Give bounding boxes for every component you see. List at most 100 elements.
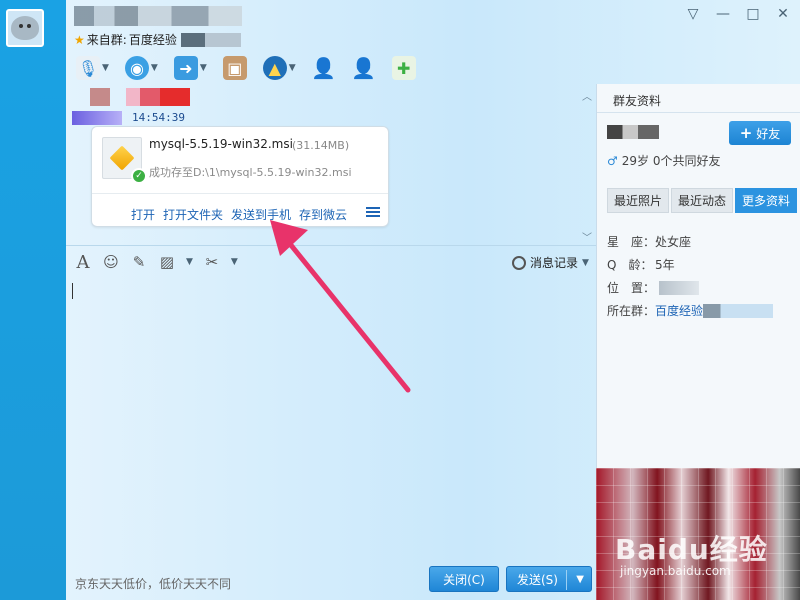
user-add-icon: 👤 <box>351 56 377 80</box>
video-call-button[interactable]: ◉ ▼ <box>124 56 158 80</box>
scissors-icon[interactable]: ✂ <box>203 253 221 271</box>
window-controls: ▽ — □ ✕ <box>684 6 792 22</box>
webcam-icon: ◉ <box>124 56 149 80</box>
msi-file-icon[interactable]: ✓ <box>102 137 147 184</box>
file-size: (31.14MB) <box>292 139 350 152</box>
scroll-down-icon[interactable]: ﹀ <box>582 229 592 244</box>
message-history-label: 消息记录 <box>530 256 579 270</box>
message-history-button[interactable]: 消息记录 ▼ <box>512 254 589 271</box>
left-rail <box>0 0 66 600</box>
tab-more-info[interactable]: 更多资料 <box>735 188 798 213</box>
info-label: 位 置： <box>607 281 656 295</box>
plus-icon: + <box>739 124 753 142</box>
info-row-location: 位 置： <box>607 276 773 299</box>
tab-recent-photos[interactable]: 最近照片 <box>607 188 670 213</box>
microphone-icon: 🎙 <box>76 56 100 80</box>
skin-icon[interactable]: ▽ <box>684 6 702 22</box>
sender-id-blurred <box>72 111 122 125</box>
file-saved-path: 成功存至D:\1\mysql-5.5.19-win32.msi <box>149 166 352 179</box>
info-value: 5年 <box>655 258 675 272</box>
text-input-cursor[interactable] <box>72 283 73 299</box>
folder-transfer-icon: ➜ <box>173 56 198 80</box>
chevron-down-icon[interactable]: ▼ <box>231 257 238 267</box>
edit-icon[interactable]: ✎ <box>130 253 148 271</box>
location-blurred <box>659 280 699 295</box>
open-file-link[interactable]: 打开 <box>131 206 155 223</box>
group-name-blurred <box>703 303 774 318</box>
age-line: ♂ 29岁 0个共同好友 <box>607 152 721 169</box>
open-folder-link[interactable]: 打开文件夹 <box>163 206 223 223</box>
add-member-button[interactable]: 👤 <box>351 56 377 80</box>
avatar-face-icon <box>11 16 39 40</box>
user-remove-icon: 👤 <box>311 56 337 80</box>
close-button[interactable]: 关闭(C) <box>429 566 499 592</box>
info-value: 处女座 <box>655 235 692 249</box>
emoji-icon[interactable]: ☺ <box>102 253 120 271</box>
file-card-divider <box>92 193 388 194</box>
info-label: 所在群： <box>607 304 656 318</box>
group-link[interactable]: 百度经验 <box>655 302 703 319</box>
info-row-constellation: 星 座： 处女座 <box>607 230 773 253</box>
send-label: 发送(S) <box>517 572 558 587</box>
hat-icon: ▲ <box>262 56 287 80</box>
remove-member-button[interactable]: 👤 <box>311 56 337 80</box>
male-icon: ♂ <box>607 153 618 168</box>
info-label: Q 龄： <box>607 258 653 272</box>
avatar[interactable] <box>6 9 44 47</box>
package-cube-icon <box>109 145 135 171</box>
file-message-card: ✓ mysql-5.5.19-win32.msi (31.14MB) 成功存至D… <box>91 126 389 227</box>
chevron-down-icon[interactable]: ▼ <box>186 257 193 267</box>
contact-name-blurred <box>74 6 242 26</box>
panel-divider <box>597 112 800 113</box>
maximize-icon[interactable]: □ <box>744 6 762 22</box>
send-options-chevron-icon[interactable]: ▼ <box>576 574 584 585</box>
input-toolbar: A ☺ ✎ ▨ ▼ ✂ ▼ <box>74 252 238 273</box>
send-file-button[interactable]: ➜ ▼ <box>173 56 207 80</box>
clock-icon <box>512 255 526 270</box>
remote-desktop-button[interactable]: ▣ <box>222 56 247 80</box>
chevron-down-icon: ▼ <box>582 257 589 268</box>
info-label: 星 座： <box>607 235 656 249</box>
profile-info: 星 座： 处女座 Q 龄： 5年 位 置： 所在群： 百度经验 <box>607 230 774 322</box>
watermark-logo: Baidu经验 <box>615 533 768 566</box>
close-icon[interactable]: ✕ <box>774 6 792 22</box>
age-mutual-friends: 29岁 0个共同好友 <box>621 154 721 168</box>
annotation-arrow <box>270 220 411 393</box>
font-icon[interactable]: A <box>74 252 92 273</box>
more-menu-icon[interactable] <box>366 205 380 219</box>
file-name[interactable]: mysql-5.5.19-win32.msi <box>149 137 293 151</box>
info-row-qq-age: Q 龄： 5年 <box>607 253 773 276</box>
chevron-down-icon: ▼ <box>102 63 109 73</box>
star-icon: ★ <box>74 32 85 47</box>
from-group-name[interactable]: 百度经验 <box>129 31 177 48</box>
tab-recent-activity[interactable]: 最近动态 <box>671 188 734 213</box>
from-group-prefix: 来自群: <box>86 33 127 47</box>
message-button[interactable]: ✚ <box>391 56 416 80</box>
group-name-blurred <box>180 32 241 47</box>
chat-add-icon: ✚ <box>391 56 416 80</box>
watermark-url: jingyan.baidu.com <box>620 564 731 578</box>
image-icon[interactable]: ▨ <box>158 253 176 271</box>
sender-name-blurred <box>90 88 190 106</box>
panel-title: 群友资料 <box>613 94 662 108</box>
chevron-down-icon: ▼ <box>199 63 207 73</box>
screen-icon: ▣ <box>222 56 247 80</box>
message-time: 14:54:39 <box>132 111 185 124</box>
toolbar: 🎙 ▼ ◉ ▼ ➜ ▼ ▣ ▲ ▼ 👤 👤 ✚ <box>76 56 416 80</box>
add-friend-label: 好友 <box>756 126 781 141</box>
check-icon: ✓ <box>131 168 147 184</box>
add-friend-button[interactable]: + 好友 <box>729 121 791 145</box>
profile-tabs: 最近照片 最近动态 更多资料 <box>607 188 798 213</box>
member-name-blurred <box>607 125 659 139</box>
app-button[interactable]: ▲ ▼ <box>262 56 296 80</box>
voice-call-button[interactable]: 🎙 ▼ <box>76 56 109 80</box>
from-group-line: ★ 来自群: 百度经验 <box>74 31 241 48</box>
send-button[interactable]: 发送(S) ▼ <box>506 566 592 592</box>
chevron-down-icon: ▼ <box>288 63 296 73</box>
info-row-group: 所在群： 百度经验 <box>607 299 774 322</box>
ad-text[interactable]: 京东天天低价，低价天天不同 <box>75 575 231 592</box>
send-split <box>566 570 567 590</box>
scroll-up-icon[interactable]: ︿ <box>582 88 592 103</box>
minimize-icon[interactable]: — <box>714 6 732 22</box>
chevron-down-icon: ▼ <box>150 63 158 73</box>
